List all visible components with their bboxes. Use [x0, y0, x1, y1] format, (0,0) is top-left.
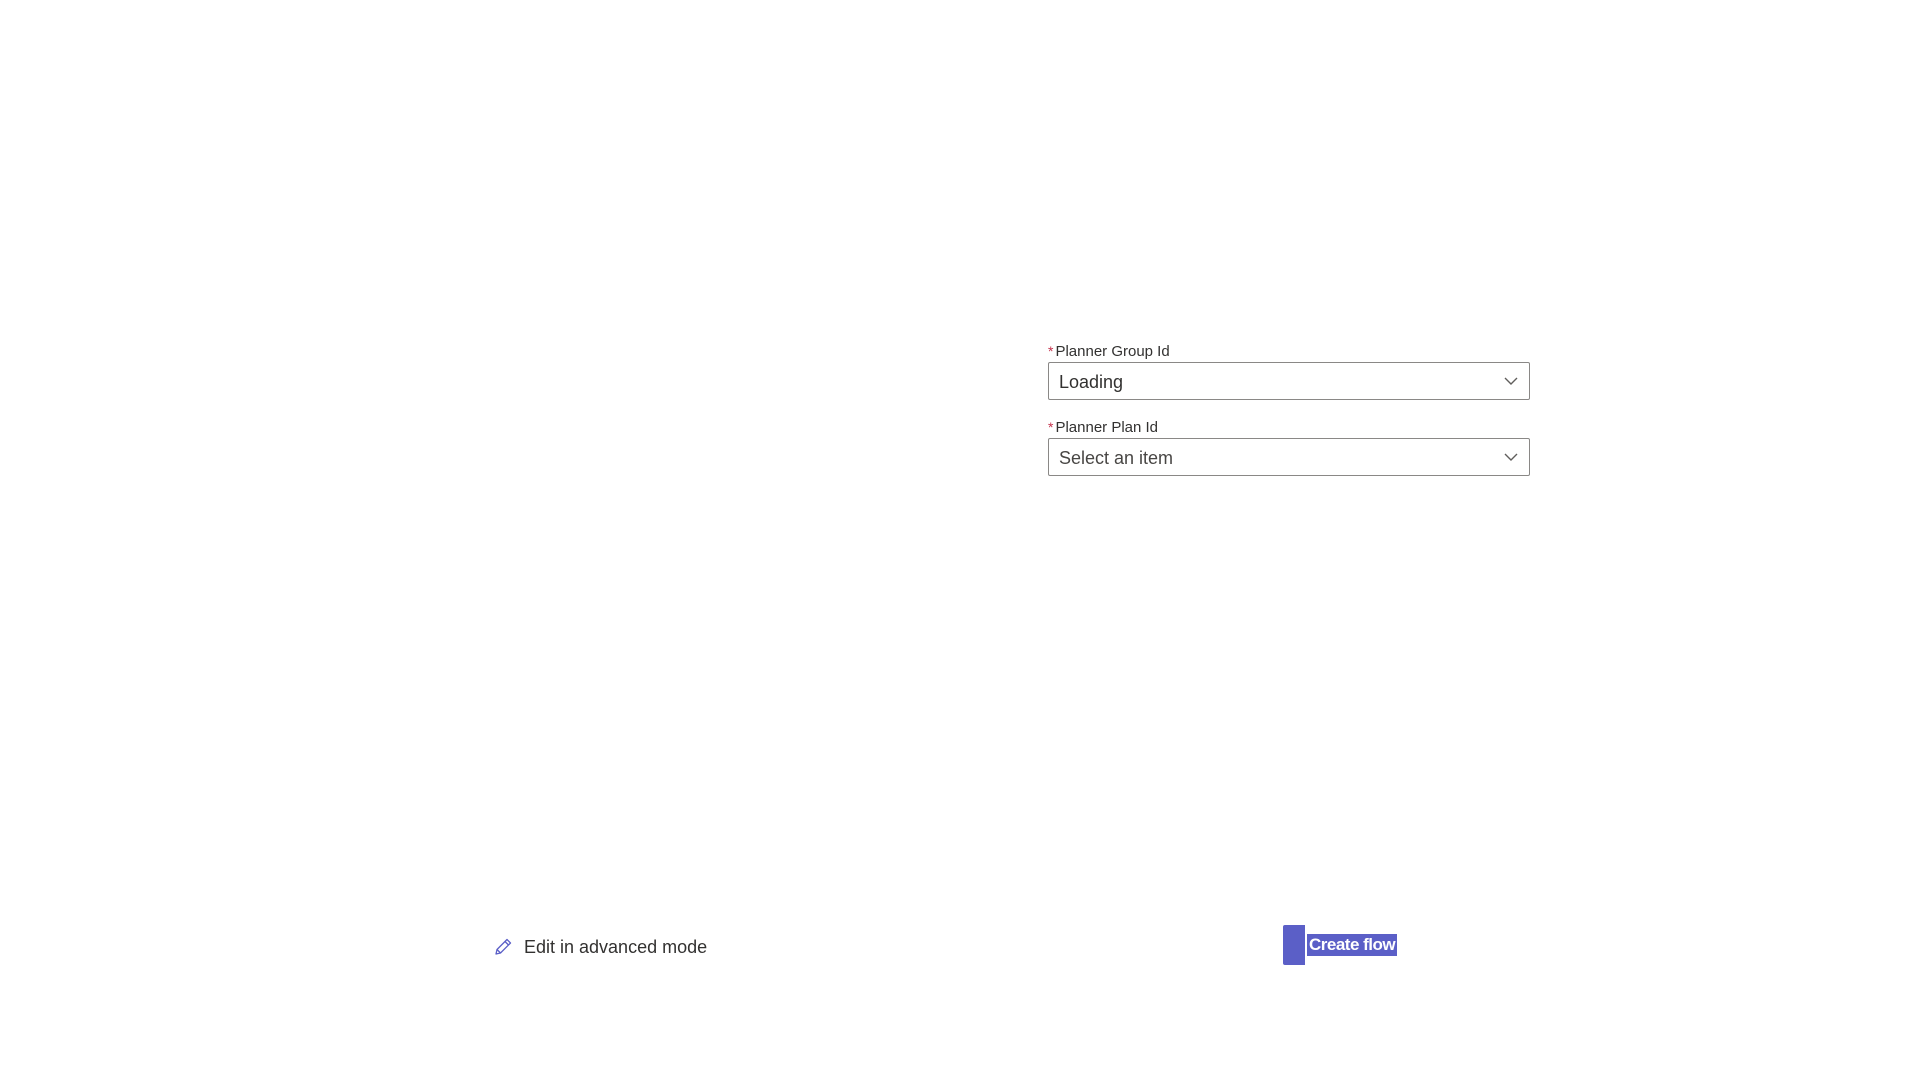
- chevron-down-icon: [1504, 453, 1518, 461]
- edit-advanced-mode-link[interactable]: Edit in advanced mode: [492, 936, 707, 958]
- required-indicator: *: [1048, 419, 1054, 435]
- planner-plan-field: * Planner Plan Id Select an item: [1048, 418, 1532, 476]
- planner-plan-label-text: Planner Plan Id: [1055, 419, 1159, 436]
- planner-plan-dropdown[interactable]: Select an item: [1048, 438, 1530, 476]
- chevron-down-icon: [1504, 377, 1518, 385]
- required-indicator: *: [1048, 343, 1054, 359]
- create-flow-label: Create flow: [1307, 934, 1398, 956]
- connection-form: * Planner Group Id Loading * Planner Plan …: [1048, 342, 1532, 494]
- create-flow-button[interactable]: Create flow: [1283, 925, 1398, 965]
- create-flow-button-fill: [1283, 925, 1305, 965]
- planner-group-label: * Planner Group Id: [1048, 342, 1532, 360]
- pencil-icon: [495, 938, 512, 955]
- planner-plan-label: * Planner Plan Id: [1048, 418, 1532, 436]
- planner-group-dropdown[interactable]: Loading: [1048, 362, 1530, 400]
- edit-advanced-mode-label: Edit in advanced mode: [524, 936, 708, 957]
- page: * Planner Group Id Loading * Planner Plan …: [0, 0, 1920, 1080]
- planner-plan-placeholder: Select an item: [1059, 448, 1174, 468]
- planner-group-field: * Planner Group Id Loading: [1048, 342, 1532, 400]
- planner-group-label-text: Planner Group Id: [1055, 343, 1170, 360]
- planner-group-value: Loading: [1059, 372, 1124, 392]
